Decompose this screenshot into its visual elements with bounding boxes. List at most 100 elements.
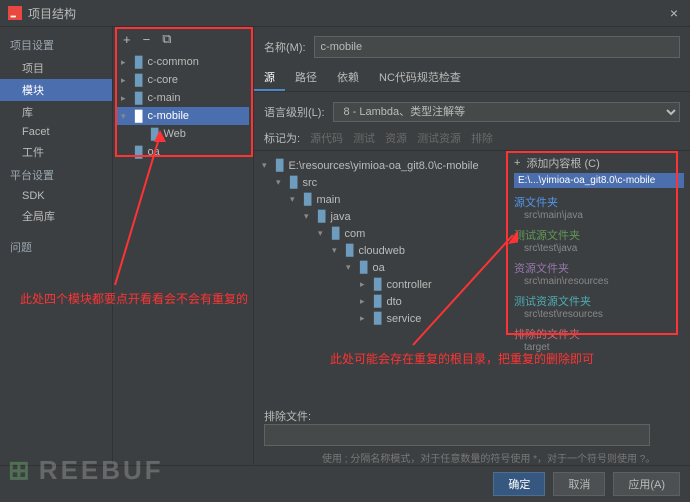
cancel-button[interactable]: 取消 [553, 472, 605, 496]
add-content-root-label: 添加内容根 (C) [526, 155, 599, 171]
module-detail-panel: 名称(M): 源 路径 依赖 NC代码规范检查 语言级别(L): 8 - Lam… [254, 27, 690, 465]
folder-icon: ▉ [135, 74, 143, 87]
lang-row: 语言级别(L): 8 - Lambda、类型注解等 [254, 92, 690, 126]
section-title: 测试源文件夹 [514, 227, 684, 243]
sidebar-item-project[interactable]: 项目 [0, 57, 112, 79]
sidebar-item-libraries[interactable]: 库 [0, 101, 112, 123]
mark-as-label: 标记为: [264, 130, 300, 146]
sidebar-group-project: 项目设置 [0, 33, 112, 57]
module-toolbar: + − ⧉ [113, 27, 253, 51]
folder-icon: ▉ [360, 261, 368, 274]
content-root-section: 资源文件夹src\main\resources [514, 260, 684, 287]
module-tree-item[interactable]: ▉oa [117, 143, 249, 161]
module-tree-item[interactable]: ▸▉c-core [117, 71, 249, 89]
remove-module-button[interactable]: − [143, 32, 151, 47]
folder-icon: ▉ [318, 210, 326, 223]
settings-sidebar: 项目设置 项目 模块 库 Facet 工件 平台设置 SDK 全局库 问题 [0, 27, 113, 465]
tab-sources[interactable]: 源 [254, 65, 285, 91]
module-tree[interactable]: ▸▉c-common▸▉c-core▸▉c-main▾▉c-mobile▉Web… [113, 51, 253, 163]
content-root-section: 源文件夹src\main\java [514, 194, 684, 221]
source-tree-item[interactable]: ▸▉dto [258, 293, 504, 310]
folder-icon: ▉ [135, 92, 143, 105]
content-root-section: 测试源文件夹src\test\java [514, 227, 684, 254]
module-tree-item[interactable]: ▉Web [117, 125, 249, 143]
tab-nc-check[interactable]: NC代码规范检查 [369, 65, 471, 91]
lang-level-label: 语言级别(L): [264, 104, 325, 120]
sidebar-group-platform: 平台设置 [0, 163, 112, 187]
dialog-body: 项目设置 项目 模块 库 Facet 工件 平台设置 SDK 全局库 问题 + … [0, 27, 690, 465]
section-path[interactable]: target [514, 342, 684, 353]
folder-icon: ▉ [135, 146, 143, 159]
add-module-button[interactable]: + [123, 32, 131, 47]
sources-content: ▾▉E:\resources\yimioa-oa_git8.0\c-mobile… [254, 151, 690, 404]
sidebar-item-problems[interactable]: 问题 [0, 235, 112, 259]
titlebar: 项目结构 × [0, 0, 690, 27]
content-roots-panel: + 添加内容根 (C) E:\...\yimioa-oa_git8.0\c-mo… [508, 151, 690, 404]
section-title: 源文件夹 [514, 194, 684, 210]
tab-dependencies[interactable]: 依赖 [327, 65, 369, 91]
module-list-panel: + − ⧉ ▸▉c-common▸▉c-core▸▉c-main▾▉c-mobi… [113, 27, 254, 465]
source-tree-item[interactable]: ▾▉src [258, 174, 504, 191]
folder-icon: ▉ [290, 176, 298, 189]
source-folder-tree[interactable]: ▾▉E:\resources\yimioa-oa_git8.0\c-mobile… [254, 151, 508, 404]
section-path[interactable]: src\test\java [514, 243, 684, 254]
mark-excluded-button[interactable]: 排除 [471, 130, 493, 146]
folder-icon: ▉ [304, 193, 312, 206]
plus-icon: + [514, 157, 520, 169]
name-row: 名称(M): [254, 27, 690, 61]
sidebar-item-facet[interactable]: Facet [0, 123, 112, 141]
mark-as-bar: 标记为: 源代码 测试 资源 测试资源 排除 [254, 126, 690, 151]
folder-icon: ▉ [374, 295, 382, 308]
source-tree-item[interactable]: ▾▉E:\resources\yimioa-oa_git8.0\c-mobile [258, 157, 504, 174]
source-tree-item[interactable]: ▾▉cloudweb [258, 242, 504, 259]
source-tree-item[interactable]: ▸▉service [258, 310, 504, 327]
add-content-root[interactable]: + 添加内容根 (C) [514, 155, 684, 171]
exclude-files-label: 排除文件: [264, 411, 311, 423]
folder-icon: ▉ [374, 278, 382, 291]
source-tree-item[interactable]: ▾▉java [258, 208, 504, 225]
ok-button[interactable]: 确定 [493, 472, 545, 496]
mark-resources-button[interactable]: 资源 [385, 130, 407, 146]
copy-module-button[interactable]: ⧉ [162, 31, 171, 47]
mark-tests-button[interactable]: 测试 [353, 130, 375, 146]
source-tree-item[interactable]: ▾▉oa [258, 259, 504, 276]
close-icon[interactable]: × [666, 5, 682, 21]
module-tree-item[interactable]: ▸▉c-common [117, 53, 249, 71]
exclude-files-hint: 使用 ; 分隔名称模式，对于任意数量的符号使用 *，对于一个符号则使用 ?。 [254, 450, 690, 465]
exclude-files-input[interactable] [264, 424, 650, 446]
folder-icon: ▉ [135, 110, 143, 123]
module-name-input[interactable] [314, 36, 680, 58]
module-tree-item[interactable]: ▾▉c-mobile [117, 107, 249, 125]
section-title: 排除的文件夹 [514, 326, 684, 342]
folder-icon: ▉ [135, 56, 143, 69]
mark-test-resources-button[interactable]: 测试资源 [417, 130, 461, 146]
section-title: 测试资源文件夹 [514, 293, 684, 309]
source-tree-item[interactable]: ▾▉com [258, 225, 504, 242]
apply-button[interactable]: 应用(A) [613, 472, 680, 496]
lang-level-select[interactable]: 8 - Lambda、类型注解等 [333, 102, 681, 122]
content-root-path[interactable]: E:\...\yimioa-oa_git8.0\c-mobile [514, 173, 684, 188]
section-path[interactable]: src\main\resources [514, 276, 684, 287]
folder-icon: ▉ [374, 312, 382, 325]
section-path[interactable]: src\main\java [514, 210, 684, 221]
sidebar-item-sdk[interactable]: SDK [0, 187, 112, 205]
sidebar-item-modules[interactable]: 模块 [0, 79, 112, 101]
sidebar-item-artifacts[interactable]: 工件 [0, 141, 112, 163]
module-tree-item[interactable]: ▸▉c-main [117, 89, 249, 107]
folder-icon: ▉ [346, 244, 354, 257]
section-path[interactable]: src\test\resources [514, 309, 684, 320]
folder-icon: ▉ [151, 128, 159, 141]
window-title: 项目结构 [28, 5, 666, 22]
sidebar-item-globallib[interactable]: 全局库 [0, 205, 112, 227]
folder-icon: ▉ [276, 159, 284, 172]
exclude-files-row: 排除文件: [254, 404, 690, 450]
project-structure-dialog: 项目结构 × 项目设置 项目 模块 库 Facet 工件 平台设置 SDK 全局… [0, 0, 690, 502]
source-tree-item[interactable]: ▸▉controller [258, 276, 504, 293]
source-tree-item[interactable]: ▾▉main [258, 191, 504, 208]
content-root-section: 排除的文件夹target [514, 326, 684, 353]
tab-paths[interactable]: 路径 [285, 65, 327, 91]
mark-sources-button[interactable]: 源代码 [310, 130, 343, 146]
module-tabs: 源 路径 依赖 NC代码规范检查 [254, 65, 690, 92]
app-logo-icon [8, 6, 22, 20]
folder-icon: ▉ [332, 227, 340, 240]
